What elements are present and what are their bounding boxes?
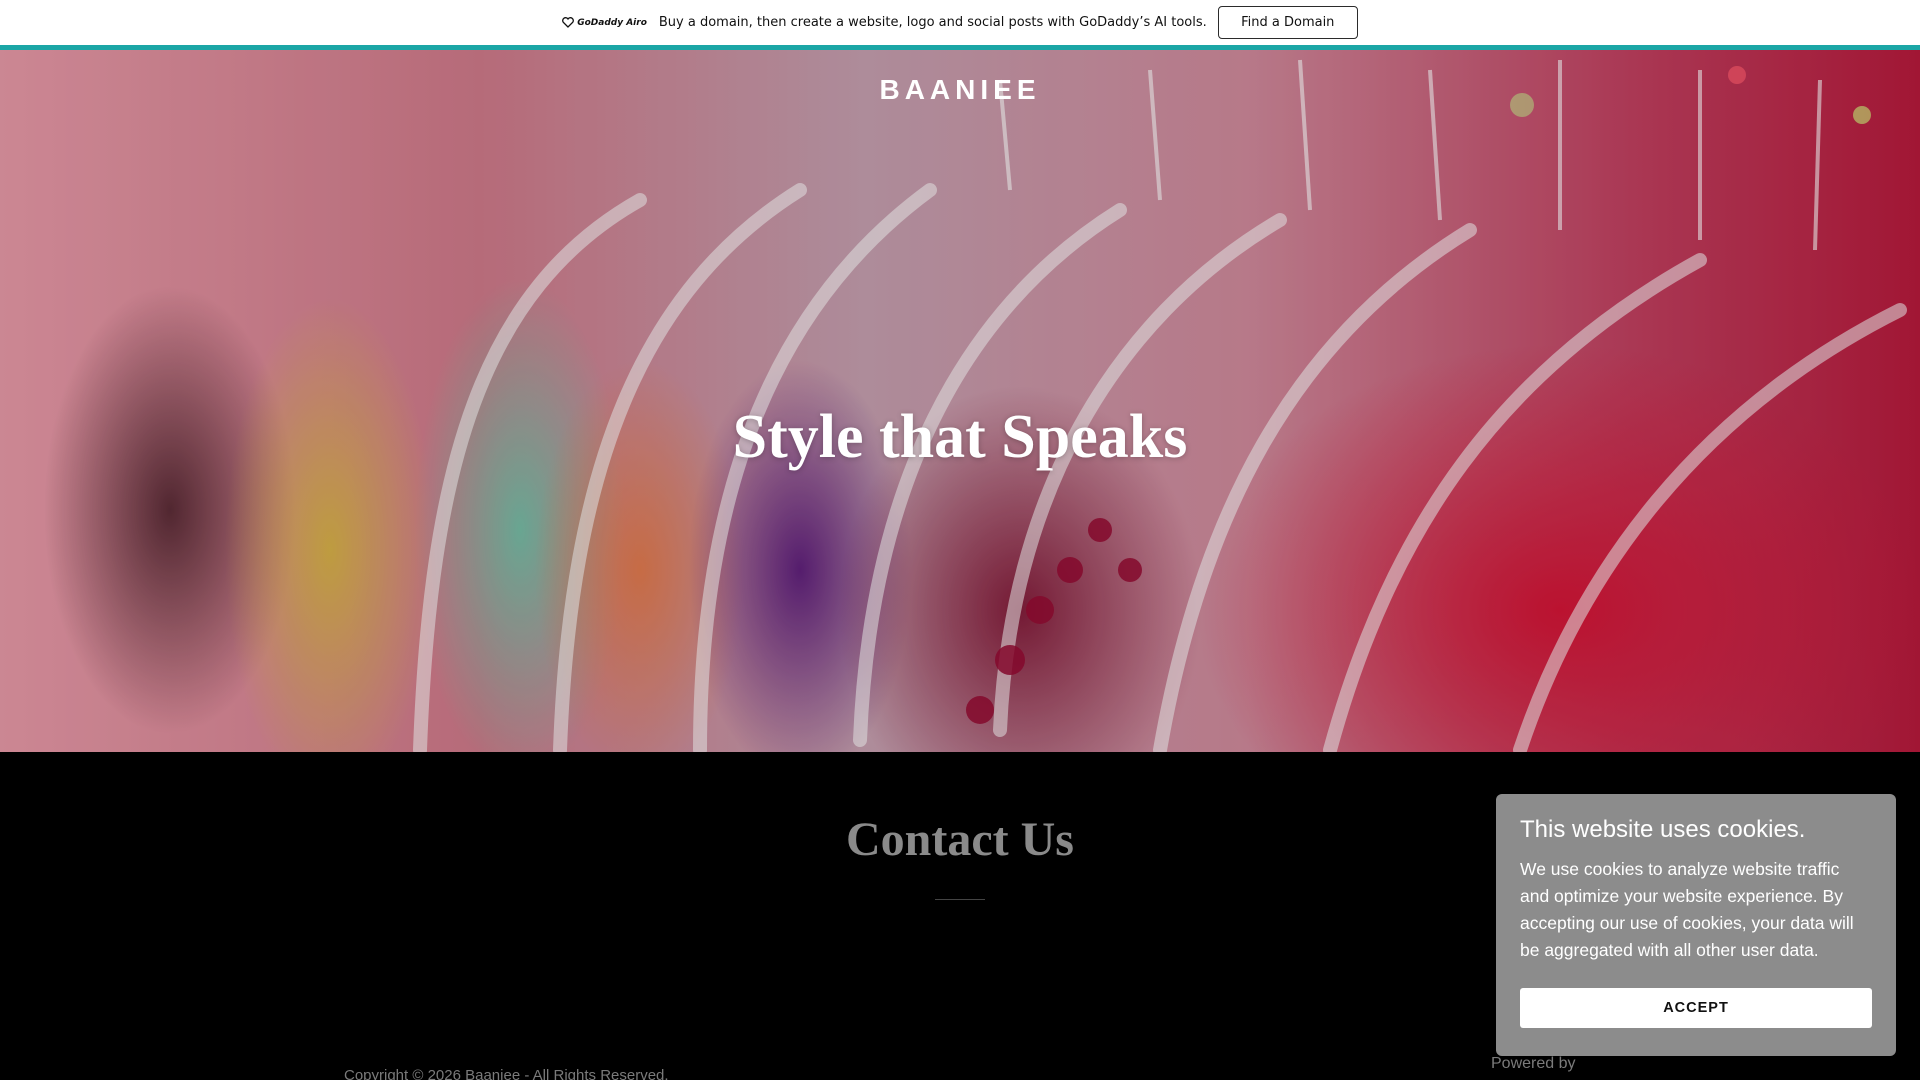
copyright-text: Copyright © 2026 Baaniee - All Rights Re…: [344, 1067, 669, 1080]
heading-divider: [935, 899, 985, 900]
accept-cookies-button[interactable]: ACCEPT: [1520, 988, 1872, 1028]
godaddy-heart-icon: [562, 17, 575, 28]
site-brand[interactable]: BAANIEE: [0, 74, 1920, 106]
promo-bar: GoDaddy Airo Buy a domain, then create a…: [0, 0, 1920, 45]
cookie-text: We use cookies to analyze website traffi…: [1520, 859, 1854, 960]
godaddy-airo-logo: GoDaddy Airo: [562, 17, 647, 28]
hero-title: Style that Speaks: [732, 403, 1188, 471]
logo-text: GoDaddy Airo: [577, 17, 647, 28]
hero-section: BAANIEE Style that Speaks: [0, 50, 1920, 752]
hero-overlay: [0, 50, 1920, 752]
powered-by-text: Powered by: [1491, 1055, 1576, 1072]
cookie-banner: This website uses cookies. We use cookie…: [1496, 794, 1896, 1056]
promo-message: Buy a domain, then create a website, log…: [658, 15, 1207, 30]
cookie-title: This website uses cookies.: [1520, 816, 1806, 843]
find-domain-button[interactable]: Find a Domain: [1217, 6, 1358, 39]
